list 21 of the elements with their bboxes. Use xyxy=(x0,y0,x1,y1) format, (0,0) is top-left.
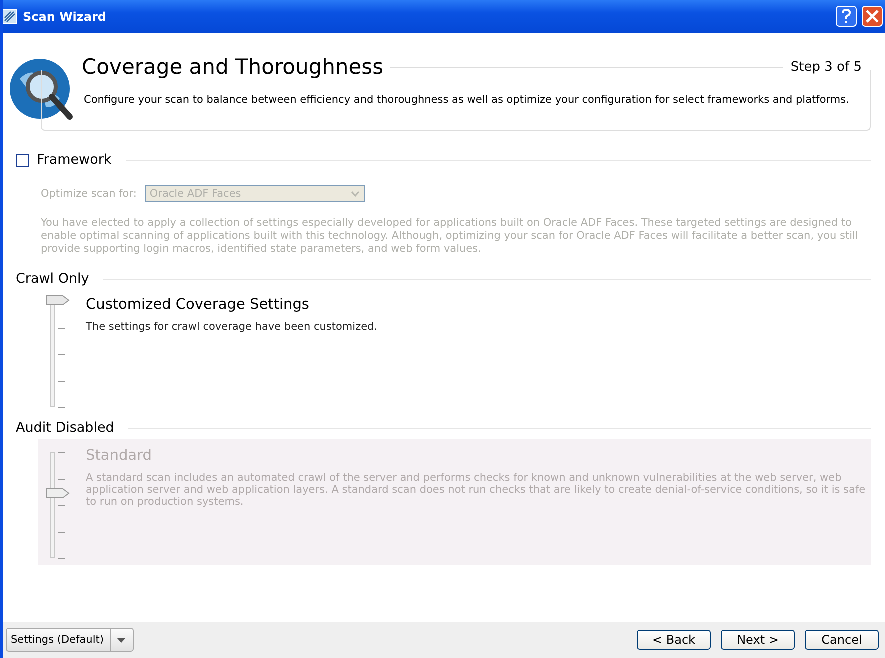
slider-thumb[interactable] xyxy=(46,295,70,306)
close-icon[interactable] xyxy=(862,6,883,27)
wizard-button[interactable]: Cancel xyxy=(805,630,879,650)
wizard-button[interactable]: < Back xyxy=(637,630,711,650)
section-heading: Crawl Only xyxy=(16,271,90,287)
setting-description: The settings for crawl coverage have been customized. xyxy=(86,321,378,333)
section-heading: Audit Disabled xyxy=(16,420,114,436)
setting-title: Customized Coverage Settings xyxy=(86,297,310,313)
app-icon xyxy=(3,8,18,24)
optimize-label: Optimize scan for: xyxy=(41,188,137,200)
dropdown-icon xyxy=(350,190,360,196)
framework-label: Framework xyxy=(37,152,112,168)
settings-dropdown[interactable]: Settings (Default) xyxy=(6,628,134,652)
framework-note: You have elected to apply a collection of settings especially developed for applications built on Oracle ADF Faces. These targeted settings are designed to enable optimal scanning of applications built with this technology. Although, optimizing your scan for Oracle ADF Faces will facilitate a better scan, you still provide supporting login macros, identified state parameters, and web form values. xyxy=(41,217,860,256)
window-title: Scan Wizard xyxy=(23,10,107,24)
setting-title: Standard xyxy=(86,448,153,464)
caret-icon xyxy=(116,638,126,642)
wizard-button[interactable]: Next > xyxy=(721,630,795,650)
page-description: Configure your scan to balance between efficiency and thoroughness as well as optimize your configuration for select frameworks and platforms. xyxy=(83,93,850,107)
help-icon[interactable] xyxy=(836,6,857,27)
setting-description: A standard scan includes an automated crawl of the server and performs checks for known and unknown vulnerabilities at the web server, web application server and web application layers. A standard scan does not run checks that are likely to create denial-of-service conditions, so it is safe to run on production systems. xyxy=(86,472,867,508)
